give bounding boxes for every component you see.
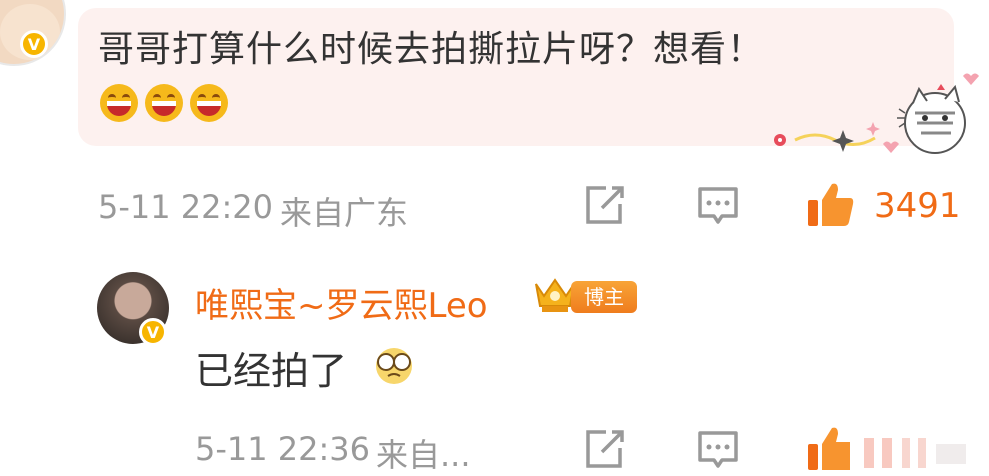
reply-author-name[interactable]: 唯熙宝~罗云熙Leo	[195, 278, 488, 327]
reply-text: 已经拍了	[195, 349, 348, 393]
reply-source: 来自...	[376, 436, 471, 474]
reply-time: 5-11 22:36	[195, 430, 371, 468]
share-icon[interactable]	[582, 428, 626, 472]
glasses-emoji	[376, 348, 412, 384]
verified-badge: V	[139, 318, 167, 346]
grin-emoji	[100, 84, 138, 122]
like-icon-faded[interactable]	[806, 426, 986, 470]
comment-time: 5-11 22:20	[98, 188, 274, 226]
like-count: 3491	[874, 186, 961, 226]
grin-emoji	[190, 84, 228, 122]
comment-icon[interactable]	[696, 184, 740, 228]
comment-source: 来自广东	[280, 194, 409, 232]
comment-icon[interactable]	[696, 428, 740, 472]
cat-sticker-decoration	[774, 73, 979, 154]
grin-emoji	[145, 84, 183, 122]
comment-text: 哥哥打算什么时候去拍撕拉片呀？想看！	[98, 29, 765, 70]
like-icon[interactable]	[806, 180, 856, 228]
verified-badge: V	[20, 30, 48, 58]
author-tag: 博主	[571, 281, 637, 313]
share-icon[interactable]	[582, 184, 626, 228]
